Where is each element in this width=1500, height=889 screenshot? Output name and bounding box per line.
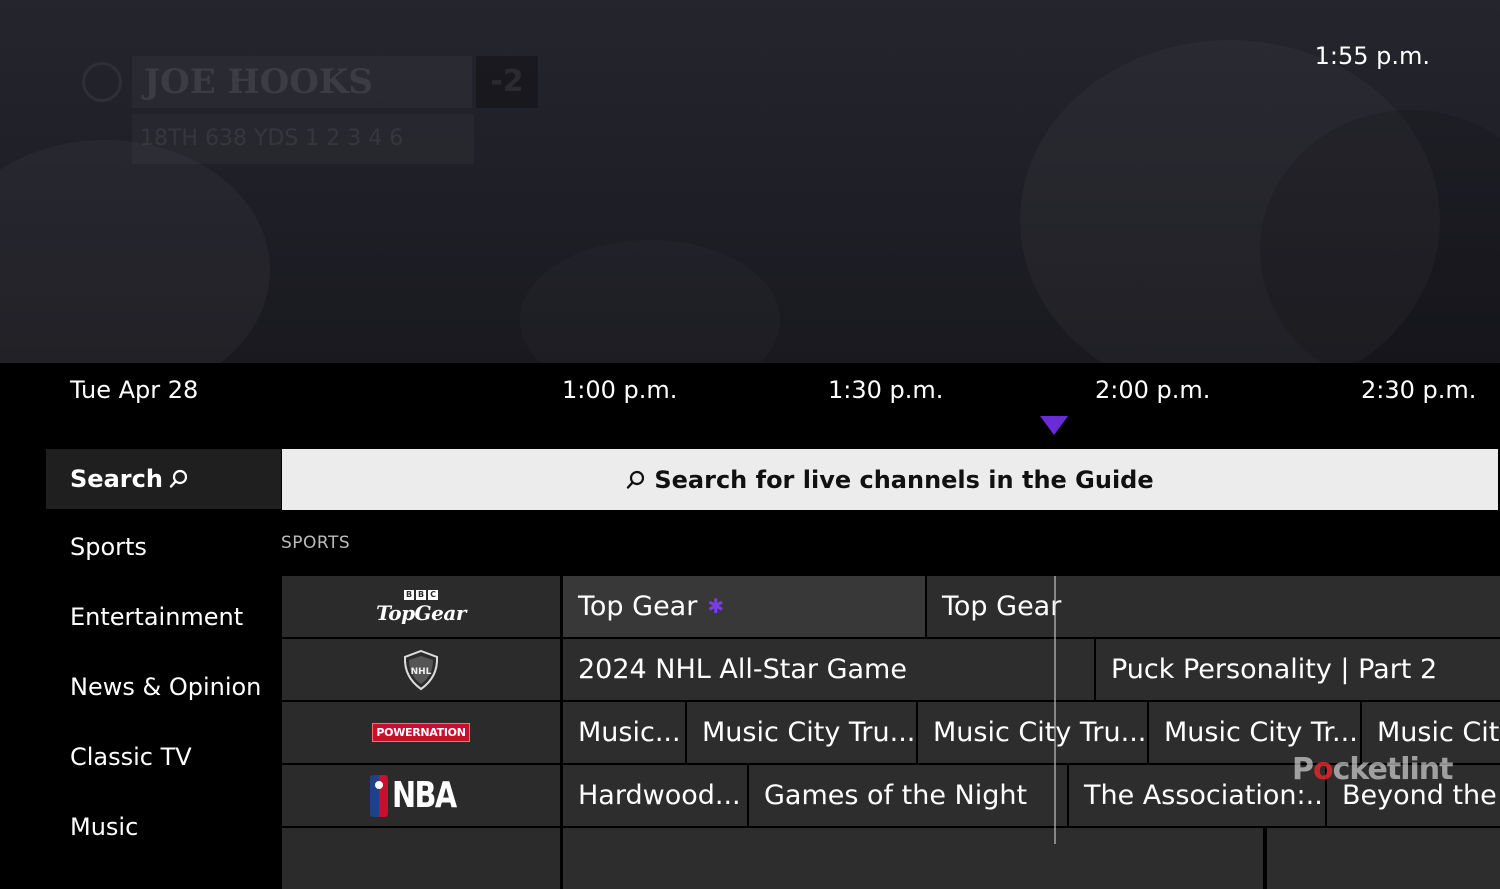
topgear-logo-text: TopGear xyxy=(376,601,466,625)
program-cell[interactable]: Games of the Night xyxy=(749,765,1067,826)
svg-text:NHL: NHL xyxy=(411,667,432,677)
preview-foliage xyxy=(0,140,270,363)
guide-date: Tue Apr 28 xyxy=(70,376,199,404)
program-title: 2024 NHL All-Star Game xyxy=(578,654,907,685)
powernation-logo: POWERNATION xyxy=(372,723,470,742)
program-cell[interactable] xyxy=(1267,828,1500,889)
timeslot-label: 1:00 p.m. xyxy=(562,376,678,404)
program-cell[interactable]: Hardwood... xyxy=(563,765,747,826)
program-cell[interactable]: Music... xyxy=(563,702,685,763)
channel-logo-cell[interactable]: POWERNATION xyxy=(282,702,560,763)
channel-row: NHL 2024 NHL All-Star Game Puck Personal… xyxy=(282,639,1500,700)
timeslot-label: 1:30 p.m. xyxy=(828,376,944,404)
scorebug-logo-icon xyxy=(82,62,122,102)
nba-logo: NBA xyxy=(370,774,471,817)
program-title: Games of the Night xyxy=(764,780,1028,811)
program-title: Top Gear xyxy=(578,591,698,622)
clock: 1:55 p.m. xyxy=(1314,42,1430,70)
program-cell[interactable]: The Association:... xyxy=(1069,765,1325,826)
program-title: Music... xyxy=(578,717,681,748)
channel-logo-cell[interactable]: B B C TopGear xyxy=(282,576,560,637)
nba-logo-text: NBA xyxy=(392,775,457,816)
program-title: Puck Personality | Part 2 xyxy=(1111,654,1438,685)
menu-item-label: Sports xyxy=(70,533,147,561)
menu-item-music[interactable]: Music xyxy=(46,797,281,857)
watermark-logo: Pocketlint xyxy=(1292,752,1454,787)
channel-logo-cell[interactable]: NHL xyxy=(282,639,560,700)
program-cell[interactable]: Top Gear xyxy=(927,576,1500,637)
program-cell[interactable]: Top Gear ✱ xyxy=(563,576,925,637)
timeslot-label: 2:00 p.m. xyxy=(1095,376,1211,404)
menu-item-label: News & Opinion xyxy=(70,673,262,701)
channel-logo-cell[interactable]: NBA xyxy=(282,765,560,826)
scorebug-score: -2 xyxy=(476,56,538,108)
search-bar-label: Search for live channels in the Guide xyxy=(654,465,1154,494)
search-icon xyxy=(169,469,188,488)
menu-item-label: Music xyxy=(70,813,139,841)
current-time-marker-icon xyxy=(1040,416,1068,435)
menu-item-sports[interactable]: Sports xyxy=(46,517,281,577)
scorebug-player: JOE HOOKS xyxy=(132,56,472,108)
guide-search-bar[interactable]: Search for live channels in the Guide xyxy=(282,449,1498,510)
timeslot-label: 2:30 p.m. xyxy=(1361,376,1477,404)
menu-item-search[interactable]: Search xyxy=(46,449,281,509)
program-cell[interactable] xyxy=(563,828,1263,889)
scorebug-stats: 18TH 638 YDS 1 2 3 4 6 xyxy=(132,114,474,164)
program-cell[interactable]: 2024 NHL All-Star Game xyxy=(563,639,1094,700)
program-cell[interactable]: Music City Tru... xyxy=(687,702,916,763)
preview-foliage xyxy=(520,240,780,363)
nba-logo-icon xyxy=(370,774,389,817)
program-title: The Association:... xyxy=(1084,780,1325,811)
search-icon xyxy=(627,470,645,489)
menu-item-entertainment[interactable]: Entertainment xyxy=(46,587,281,647)
channel-logo-cell[interactable] xyxy=(282,828,560,889)
current-time-line xyxy=(1054,576,1056,844)
menu-item-classic-tv[interactable]: Classic TV xyxy=(46,727,281,787)
nhl-logo-icon: NHL xyxy=(403,649,439,690)
program-title: Music City Tru... xyxy=(702,717,916,748)
program-cell[interactable]: Puck Personality | Part 2 xyxy=(1096,639,1500,700)
program-title: Top Gear xyxy=(942,591,1062,622)
topgear-logo: B B C TopGear xyxy=(376,590,466,625)
program-title: Music City Tr... xyxy=(1164,717,1358,748)
channel-row: B B C TopGear Top Gear ✱ Top Gear xyxy=(282,576,1500,637)
program-title: Music City xyxy=(1377,717,1500,748)
menu-item-news-opinion[interactable]: News & Opinion xyxy=(46,657,281,717)
favorite-star-icon: ✱ xyxy=(707,594,725,618)
channel-row xyxy=(282,828,1500,889)
menu-item-label: Entertainment xyxy=(70,603,244,631)
video-preview: JOE HOOKS -2 18TH 638 YDS 1 2 3 4 6 1:55… xyxy=(0,0,1500,363)
menu-item-label: Search xyxy=(70,465,163,493)
program-cell[interactable]: Music City Tru... xyxy=(918,702,1147,763)
section-label: SPORTS xyxy=(281,533,351,553)
program-title: Hardwood... xyxy=(578,780,741,811)
menu-item-label: Classic TV xyxy=(70,743,192,771)
program-title: Music City Tru... xyxy=(933,717,1147,748)
